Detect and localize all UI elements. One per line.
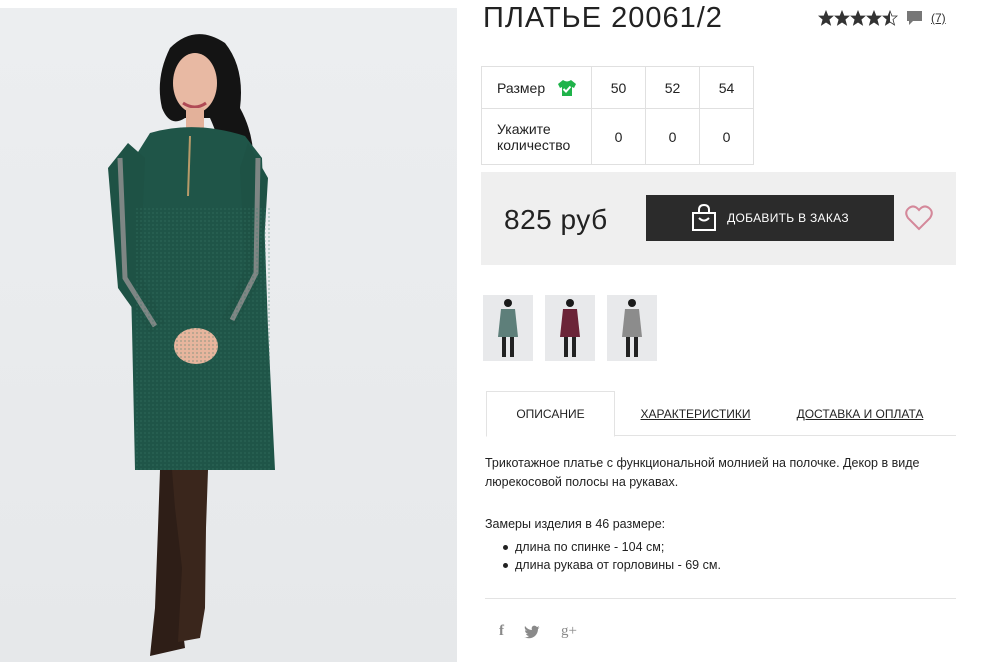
quantity-row: Укажите количество 0 0 0: [481, 108, 754, 165]
size-52: 52: [645, 66, 700, 109]
star-icon: [818, 10, 834, 26]
comment-icon[interactable]: [906, 10, 923, 26]
measurement-item: длина рукава от горловины - 69 см.: [501, 556, 721, 574]
product-thumbnail[interactable]: [607, 295, 657, 361]
shirt-size-guide-icon[interactable]: [557, 79, 577, 97]
thumbnail-image: [498, 299, 518, 357]
rating-stars: [818, 10, 898, 26]
add-to-order-label: ДОБАВИТЬ В ЗАКАЗ: [727, 211, 849, 225]
measurement-item: длина по спинке - 104 см;: [501, 538, 721, 556]
tab-delivery-payment[interactable]: ДОСТАВКА И ОПЛАТА: [795, 391, 925, 436]
thumbnail-image: [622, 299, 642, 357]
product-thumbnail[interactable]: [483, 295, 533, 361]
star-icon: [866, 10, 882, 26]
product-main-photo[interactable]: [0, 8, 457, 662]
add-to-order-button[interactable]: ДОБАВИТЬ В ЗАКАЗ: [646, 195, 894, 241]
price-block: 825 руб ДОБАВИТЬ В ЗАКАЗ: [481, 172, 956, 265]
thumbnail-gallery: [483, 295, 669, 361]
tab-characteristics[interactable]: ХАРАКТЕРИСТИКИ: [637, 391, 754, 436]
star-icon: [882, 10, 898, 26]
review-count-link[interactable]: (7): [931, 11, 946, 25]
star-icon: [850, 10, 866, 26]
product-title: ПЛАТЬЕ 20061/2: [483, 2, 723, 34]
model-in-dress-image: [108, 34, 275, 656]
quantity-input-50[interactable]: 0: [591, 108, 646, 165]
product-rating: (7): [818, 10, 946, 26]
product-thumbnail[interactable]: [545, 295, 595, 361]
quantity-input-52[interactable]: 0: [645, 108, 700, 165]
size-row: Размер 50 52 54: [481, 66, 754, 109]
google-plus-icon[interactable]: g+: [561, 623, 577, 640]
size-table: Размер 50 52 54 Укажите количество 0 0 0: [481, 66, 754, 165]
size-label: Размер: [497, 79, 546, 96]
size-50: 50: [591, 66, 646, 109]
quantity-input-54[interactable]: 0: [699, 108, 754, 165]
shopping-bag-icon: [692, 204, 717, 231]
size-label-cell: Размер: [481, 66, 592, 109]
star-icon: [834, 10, 850, 26]
size-54: 54: [699, 66, 754, 109]
measurements-title: Замеры изделия в 46 размере:: [485, 517, 666, 531]
social-share: f g+: [499, 623, 597, 640]
tab-description[interactable]: ОПИСАНИЕ: [486, 391, 615, 437]
wishlist-heart-icon[interactable]: [905, 205, 933, 231]
measurements-list: длина по спинке - 104 см; длина рукава о…: [501, 538, 721, 574]
product-tabs: ОПИСАНИЕ ХАРАКТЕРИСТИКИ ДОСТАВКА И ОПЛАТ…: [486, 391, 956, 437]
thumbnail-image: [560, 299, 580, 357]
facebook-icon[interactable]: f: [499, 623, 504, 640]
twitter-icon[interactable]: [524, 625, 541, 639]
product-description: Трикотажное платье с функциональной молн…: [485, 456, 920, 489]
product-price: 825 руб: [504, 204, 608, 235]
divider: [485, 598, 956, 599]
quantity-label: Укажите количество: [481, 108, 592, 165]
